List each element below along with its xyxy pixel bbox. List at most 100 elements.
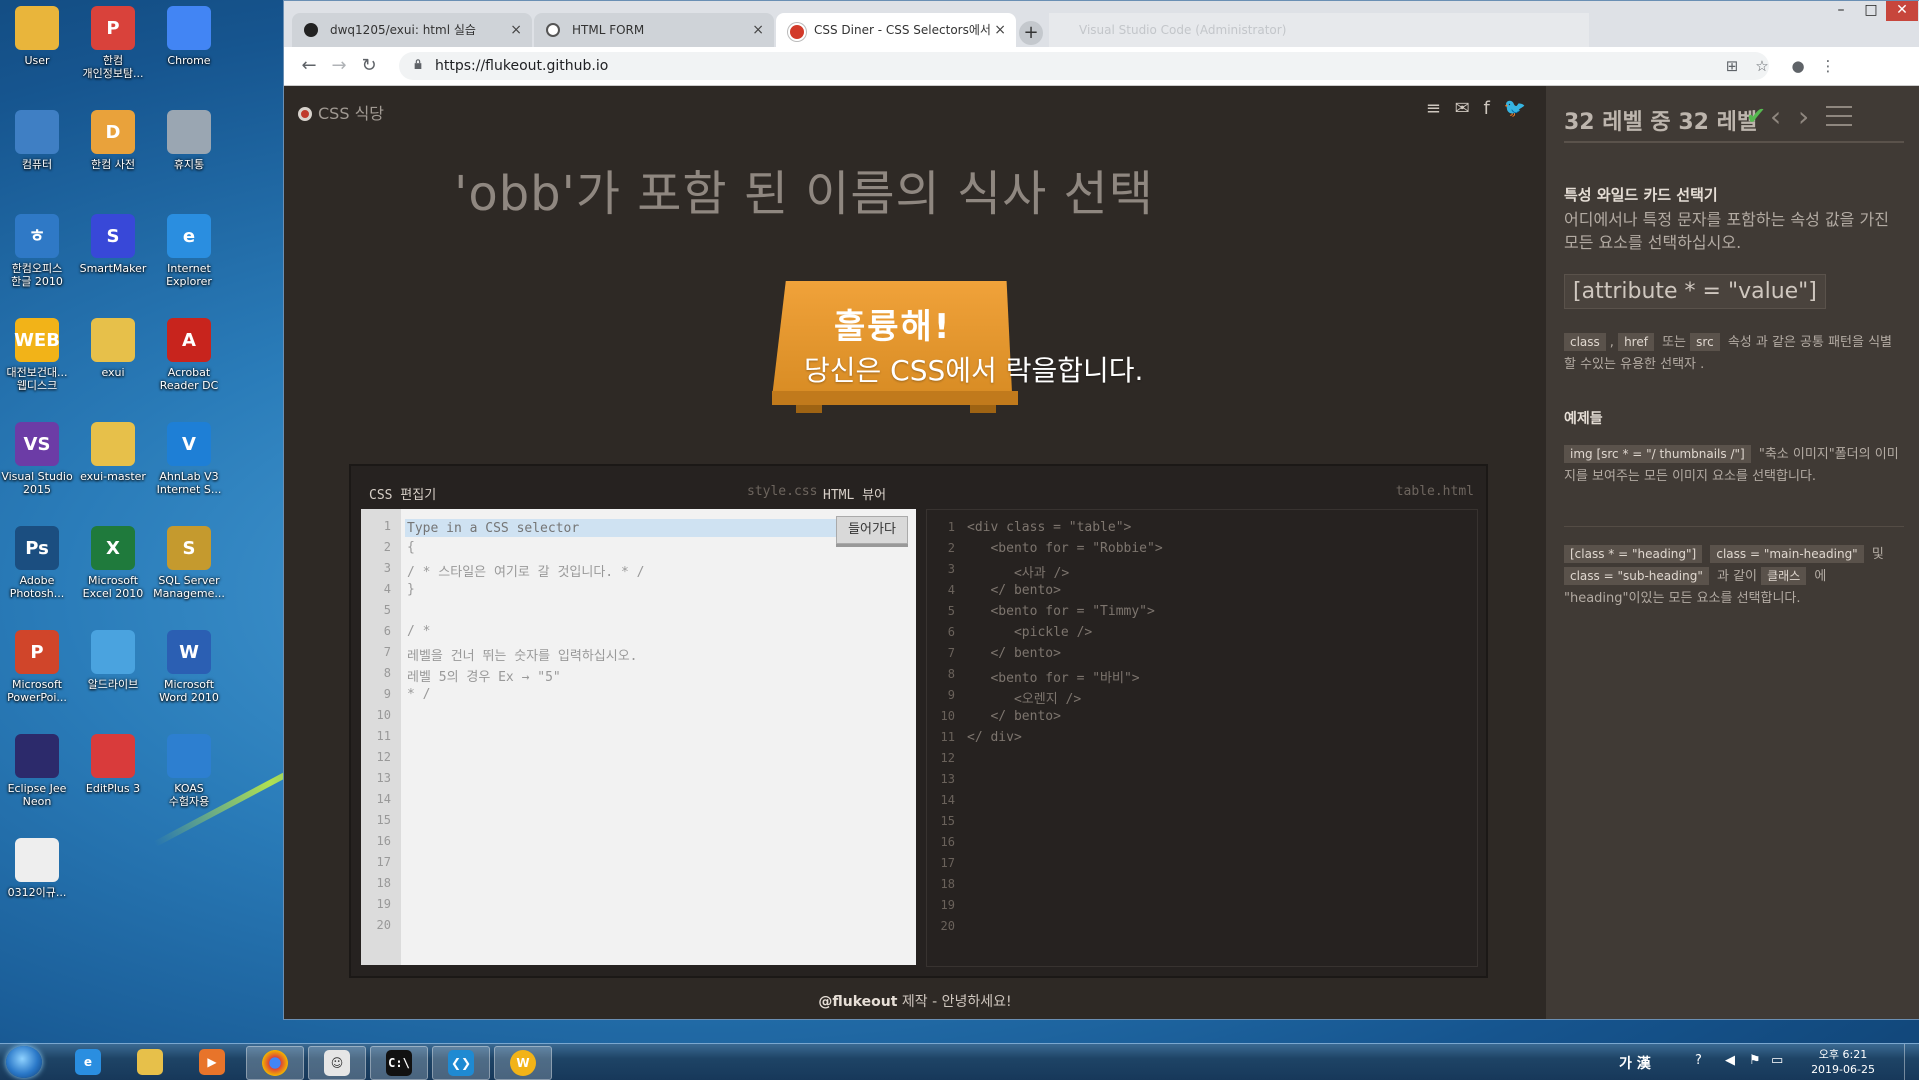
desktop-icon[interactable]: 0312이규... bbox=[0, 838, 74, 899]
desktop-icon-label: 한컴 개인정보탐... bbox=[82, 54, 144, 80]
webhard-taskbar-button[interactable]: W bbox=[494, 1046, 552, 1080]
enter-button[interactable]: 들어가다 bbox=[836, 516, 908, 544]
vscode-taskbar-button[interactable]: ❮❯ bbox=[432, 1046, 490, 1080]
desktop-icon[interactable]: VS Visual Studio 2015 bbox=[0, 422, 74, 496]
desktop-icon[interactable]: exui-master bbox=[76, 422, 150, 483]
start-button[interactable] bbox=[6, 1046, 42, 1078]
desktop-icon[interactable]: KOAS 수험자용 bbox=[152, 734, 226, 808]
desktop-icon[interactable]: X Microsoft Excel 2010 bbox=[76, 526, 150, 600]
network-icon[interactable]: ▭ bbox=[1771, 1053, 1783, 1068]
table-edge bbox=[772, 391, 1018, 405]
flag-icon[interactable]: ⚑ bbox=[1749, 1053, 1761, 1068]
menu-icon[interactable]: ≡ bbox=[1426, 98, 1441, 119]
chrome-icon bbox=[262, 1050, 288, 1076]
minimize-button[interactable]: – bbox=[1828, 1, 1854, 21]
close-icon[interactable]: × bbox=[994, 13, 1006, 47]
desktop-icon[interactable]: e Internet Explorer bbox=[152, 214, 226, 288]
desktop-icon[interactable]: Chrome bbox=[152, 6, 226, 67]
desktop-icon[interactable]: P Microsoft PowerPoi... bbox=[0, 630, 74, 704]
share-links: ≡ ✉ f 🐦 bbox=[1418, 98, 1526, 119]
app-icon bbox=[15, 734, 59, 778]
desktop-icon[interactable]: S SmartMaker bbox=[76, 214, 150, 275]
chrome-taskbar-button[interactable] bbox=[246, 1046, 304, 1080]
line-number: 12 bbox=[940, 751, 955, 765]
tab-html-form[interactable]: HTML FORM × bbox=[534, 13, 774, 47]
translate-icon[interactable]: ⊞ bbox=[1722, 56, 1742, 76]
desktop-icon[interactable]: 컴퓨터 bbox=[0, 110, 74, 171]
profile-icon[interactable]: ● bbox=[1788, 56, 1808, 76]
clock[interactable]: 오후 6:21 2019-06-25 bbox=[1811, 1047, 1875, 1077]
facebook-icon[interactable]: f bbox=[1484, 98, 1490, 119]
line-number: 18 bbox=[940, 877, 955, 891]
close-window-button[interactable]: ✕ bbox=[1886, 1, 1918, 21]
desktop-icon[interactable]: 휴지통 bbox=[152, 110, 226, 171]
desktop-icon[interactable]: Eclipse Jee Neon bbox=[0, 734, 74, 808]
explorer-icon bbox=[137, 1049, 163, 1075]
code-line: 레벨 5의 경우 Ex → "5" bbox=[407, 670, 561, 685]
desktop-icon[interactable]: WEB 대전보건대... 웹디스크 bbox=[0, 318, 74, 392]
desktop-icon[interactable]: W Microsoft Word 2010 bbox=[152, 630, 226, 704]
line-number: 4 bbox=[383, 582, 391, 596]
footer-handle-link[interactable]: @flukeout bbox=[818, 994, 897, 1010]
new-tab-button[interactable]: + bbox=[1019, 21, 1043, 45]
desktop-icon[interactable]: D 한컴 사전 bbox=[76, 110, 150, 171]
app-icon: Ps bbox=[15, 526, 59, 570]
desktop-icon[interactable]: EditPlus 3 bbox=[76, 734, 150, 795]
menu-dots-icon[interactable]: ⋮ bbox=[1818, 56, 1838, 76]
desktop-icon[interactable]: V AhnLab V3 Internet S... bbox=[152, 422, 226, 496]
line-number: 20 bbox=[376, 918, 391, 932]
previous-level-icon[interactable]: ‹ bbox=[1770, 100, 1781, 133]
desktop-icon[interactable]: 알드라이브 bbox=[76, 630, 150, 691]
code-line: } bbox=[407, 582, 415, 597]
email-icon[interactable]: ✉ bbox=[1455, 98, 1470, 119]
close-icon[interactable]: × bbox=[752, 13, 764, 47]
url-field[interactable]: https://flukeout.github.io bbox=[399, 52, 1769, 80]
explorer-taskbar-button[interactable] bbox=[122, 1046, 178, 1078]
selector-syntax: [attribute * = "value"] bbox=[1564, 274, 1826, 309]
code-line: <오렌지 /> bbox=[967, 692, 1082, 707]
tab-title: HTML FORM bbox=[572, 23, 645, 37]
desktop-icon[interactable]: P 한컴 개인정보탐... bbox=[76, 6, 150, 80]
reload-icon[interactable]: ↻ bbox=[358, 55, 380, 77]
tab-github[interactable]: dwq1205/exui: html 실습 × bbox=[292, 13, 532, 47]
code-line: { bbox=[407, 540, 415, 555]
line-number: 6 bbox=[947, 625, 955, 639]
bookmark-star-icon[interactable]: ☆ bbox=[1752, 56, 1772, 76]
desktop-icon[interactable]: exui bbox=[76, 318, 150, 379]
css-diner-favicon bbox=[788, 23, 806, 41]
next-level-icon[interactable]: › bbox=[1798, 100, 1809, 133]
level-menu-icon[interactable] bbox=[1826, 106, 1852, 126]
media-player-taskbar-button[interactable]: ▶ bbox=[184, 1046, 240, 1078]
desktop-icon[interactable]: Ps Adobe Photosh... bbox=[0, 526, 74, 600]
help-icon[interactable]: ? bbox=[1695, 1053, 1702, 1068]
media-player-icon: ▶ bbox=[199, 1049, 225, 1075]
line-number: 10 bbox=[940, 709, 955, 723]
background-window-title: Visual Studio Code (Administrator) bbox=[1049, 13, 1589, 47]
desktop-icon[interactable]: A Acrobat Reader DC bbox=[152, 318, 226, 392]
app-taskbar-button[interactable]: ☺ bbox=[308, 1046, 366, 1080]
site-logo[interactable]: CSS 식당 bbox=[298, 100, 384, 124]
logo-plate-icon bbox=[298, 107, 312, 121]
close-icon[interactable]: × bbox=[510, 13, 522, 47]
ime-indicator[interactable]: 가 漢 bbox=[1619, 1053, 1651, 1073]
app-icon: ㅎ bbox=[15, 214, 59, 258]
twitter-icon[interactable]: 🐦 bbox=[1504, 98, 1526, 119]
back-icon[interactable]: ← bbox=[298, 55, 320, 77]
forward-icon[interactable]: → bbox=[328, 55, 350, 77]
show-desktop-button[interactable] bbox=[1904, 1044, 1919, 1080]
maximize-button[interactable]: □ bbox=[1858, 1, 1884, 21]
line-number: 19 bbox=[376, 897, 391, 911]
level-indicator: 32 레벨 중 32 레벨 bbox=[1564, 110, 1758, 135]
html-viewer-label: HTML 뷰어 bbox=[823, 488, 887, 503]
css-selector-input[interactable] bbox=[405, 519, 839, 537]
desktop-icon-label: Microsoft PowerPoi... bbox=[7, 678, 67, 704]
ie-taskbar-button[interactable]: e bbox=[60, 1046, 116, 1078]
code-tag: src bbox=[1690, 333, 1720, 351]
volume-icon[interactable]: ◀ bbox=[1725, 1053, 1735, 1068]
tab-title: dwq1205/exui: html 실습 bbox=[330, 23, 476, 37]
cmd-taskbar-button[interactable]: C:\ bbox=[370, 1046, 428, 1080]
desktop-icon-label: Eclipse Jee Neon bbox=[7, 782, 67, 808]
desktop-icon[interactable]: S SQL Server Manageme... bbox=[152, 526, 226, 600]
desktop-icon[interactable]: ㅎ 한컴오피스 한글 2010 bbox=[0, 214, 74, 288]
desktop-icon[interactable]: User bbox=[0, 6, 74, 67]
